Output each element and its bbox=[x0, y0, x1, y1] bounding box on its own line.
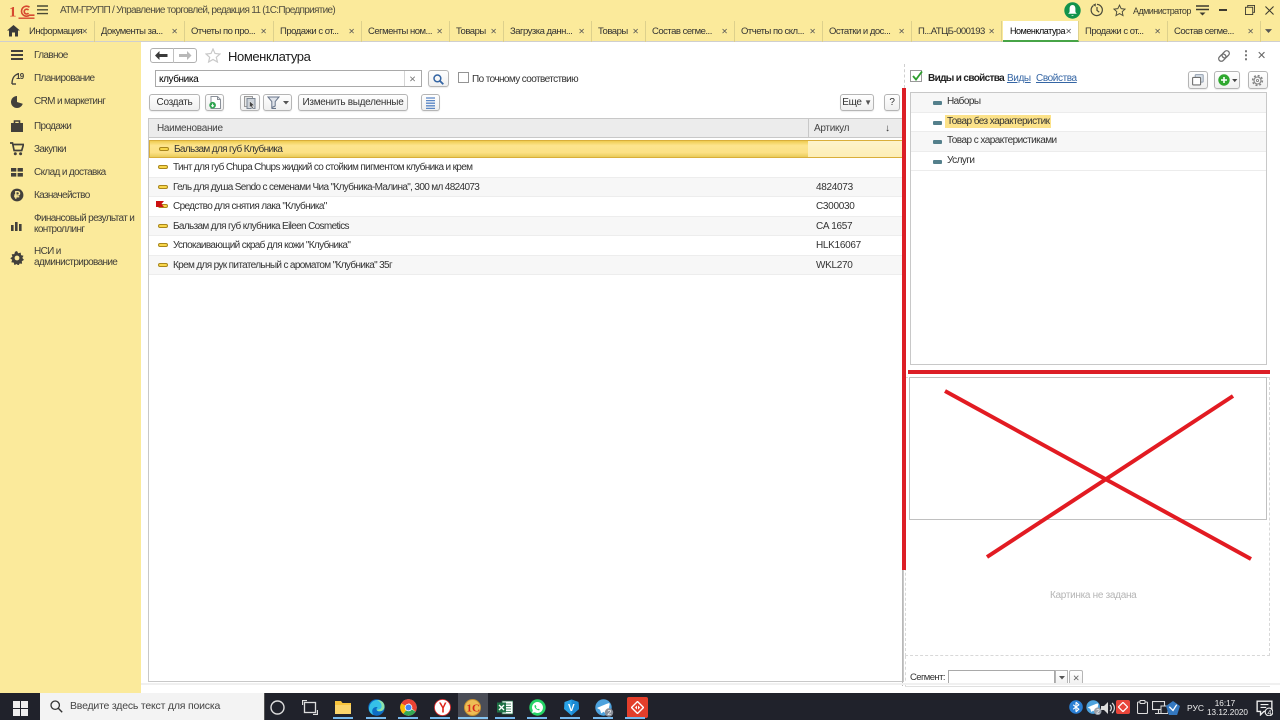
svg-text:V: V bbox=[568, 703, 575, 714]
svg-text:1: 1 bbox=[9, 5, 17, 20]
svg-text:19: 19 bbox=[16, 72, 24, 81]
svg-text:1С: 1С bbox=[467, 703, 481, 715]
svg-text:2: 2 bbox=[1096, 709, 1100, 715]
svg-text:4: 4 bbox=[1267, 708, 1271, 716]
svg-text:2: 2 bbox=[607, 708, 611, 717]
